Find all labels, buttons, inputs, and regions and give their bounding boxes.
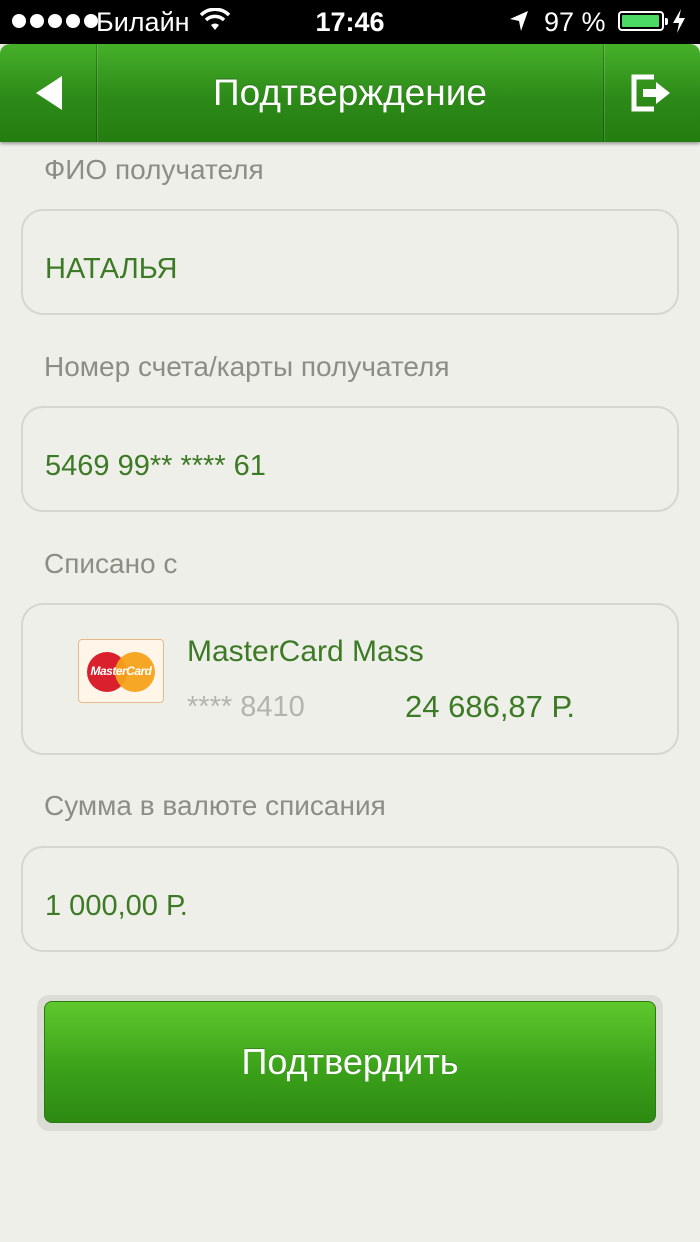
amount-field: 1 000,00 Р. [21,846,679,952]
card-number: **** 8410 [187,691,305,723]
navigation-header: Подтверждение [0,44,700,142]
card-balance: 24 686,87 Р. [405,689,575,724]
mastercard-logo-icon: MasterCard [78,639,164,703]
back-button[interactable] [0,44,97,142]
recipient-name-field: НАТАЛЬЯ [21,209,679,315]
recipient-name-label: ФИО получателя [44,154,264,185]
source-card-field[interactable]: MasterCard MasterCard Mass **** 8410 24 … [21,603,679,755]
charging-bolt-icon [672,8,686,41]
logout-icon [631,74,670,112]
battery-percentage: 97 % [544,7,606,37]
back-arrow-icon [36,76,62,110]
amount-label: Сумма в валюте списания [44,790,386,821]
account-number-label: Номер счета/карты получателя [44,351,450,382]
amount-value: 1 000,00 Р. [45,890,188,922]
battery-icon [618,11,668,31]
recipient-name-value: НАТАЛЬЯ [45,253,178,285]
card-name: MasterCard Mass [187,635,424,668]
logout-button[interactable] [603,44,700,142]
mastercard-logo-text: MasterCard [90,664,152,678]
confirm-button[interactable]: Подтвердить [44,1001,656,1123]
account-number-field: 5469 99** **** 61 [21,406,679,512]
page-title: Подтверждение [213,72,487,113]
battery-level [622,15,659,27]
debited-from-label: Списано с [44,548,178,579]
account-number-value: 5469 99** **** 61 [45,450,266,482]
status-bar: Билайн 17:46 97 % [0,0,700,44]
location-arrow-icon [508,9,530,40]
